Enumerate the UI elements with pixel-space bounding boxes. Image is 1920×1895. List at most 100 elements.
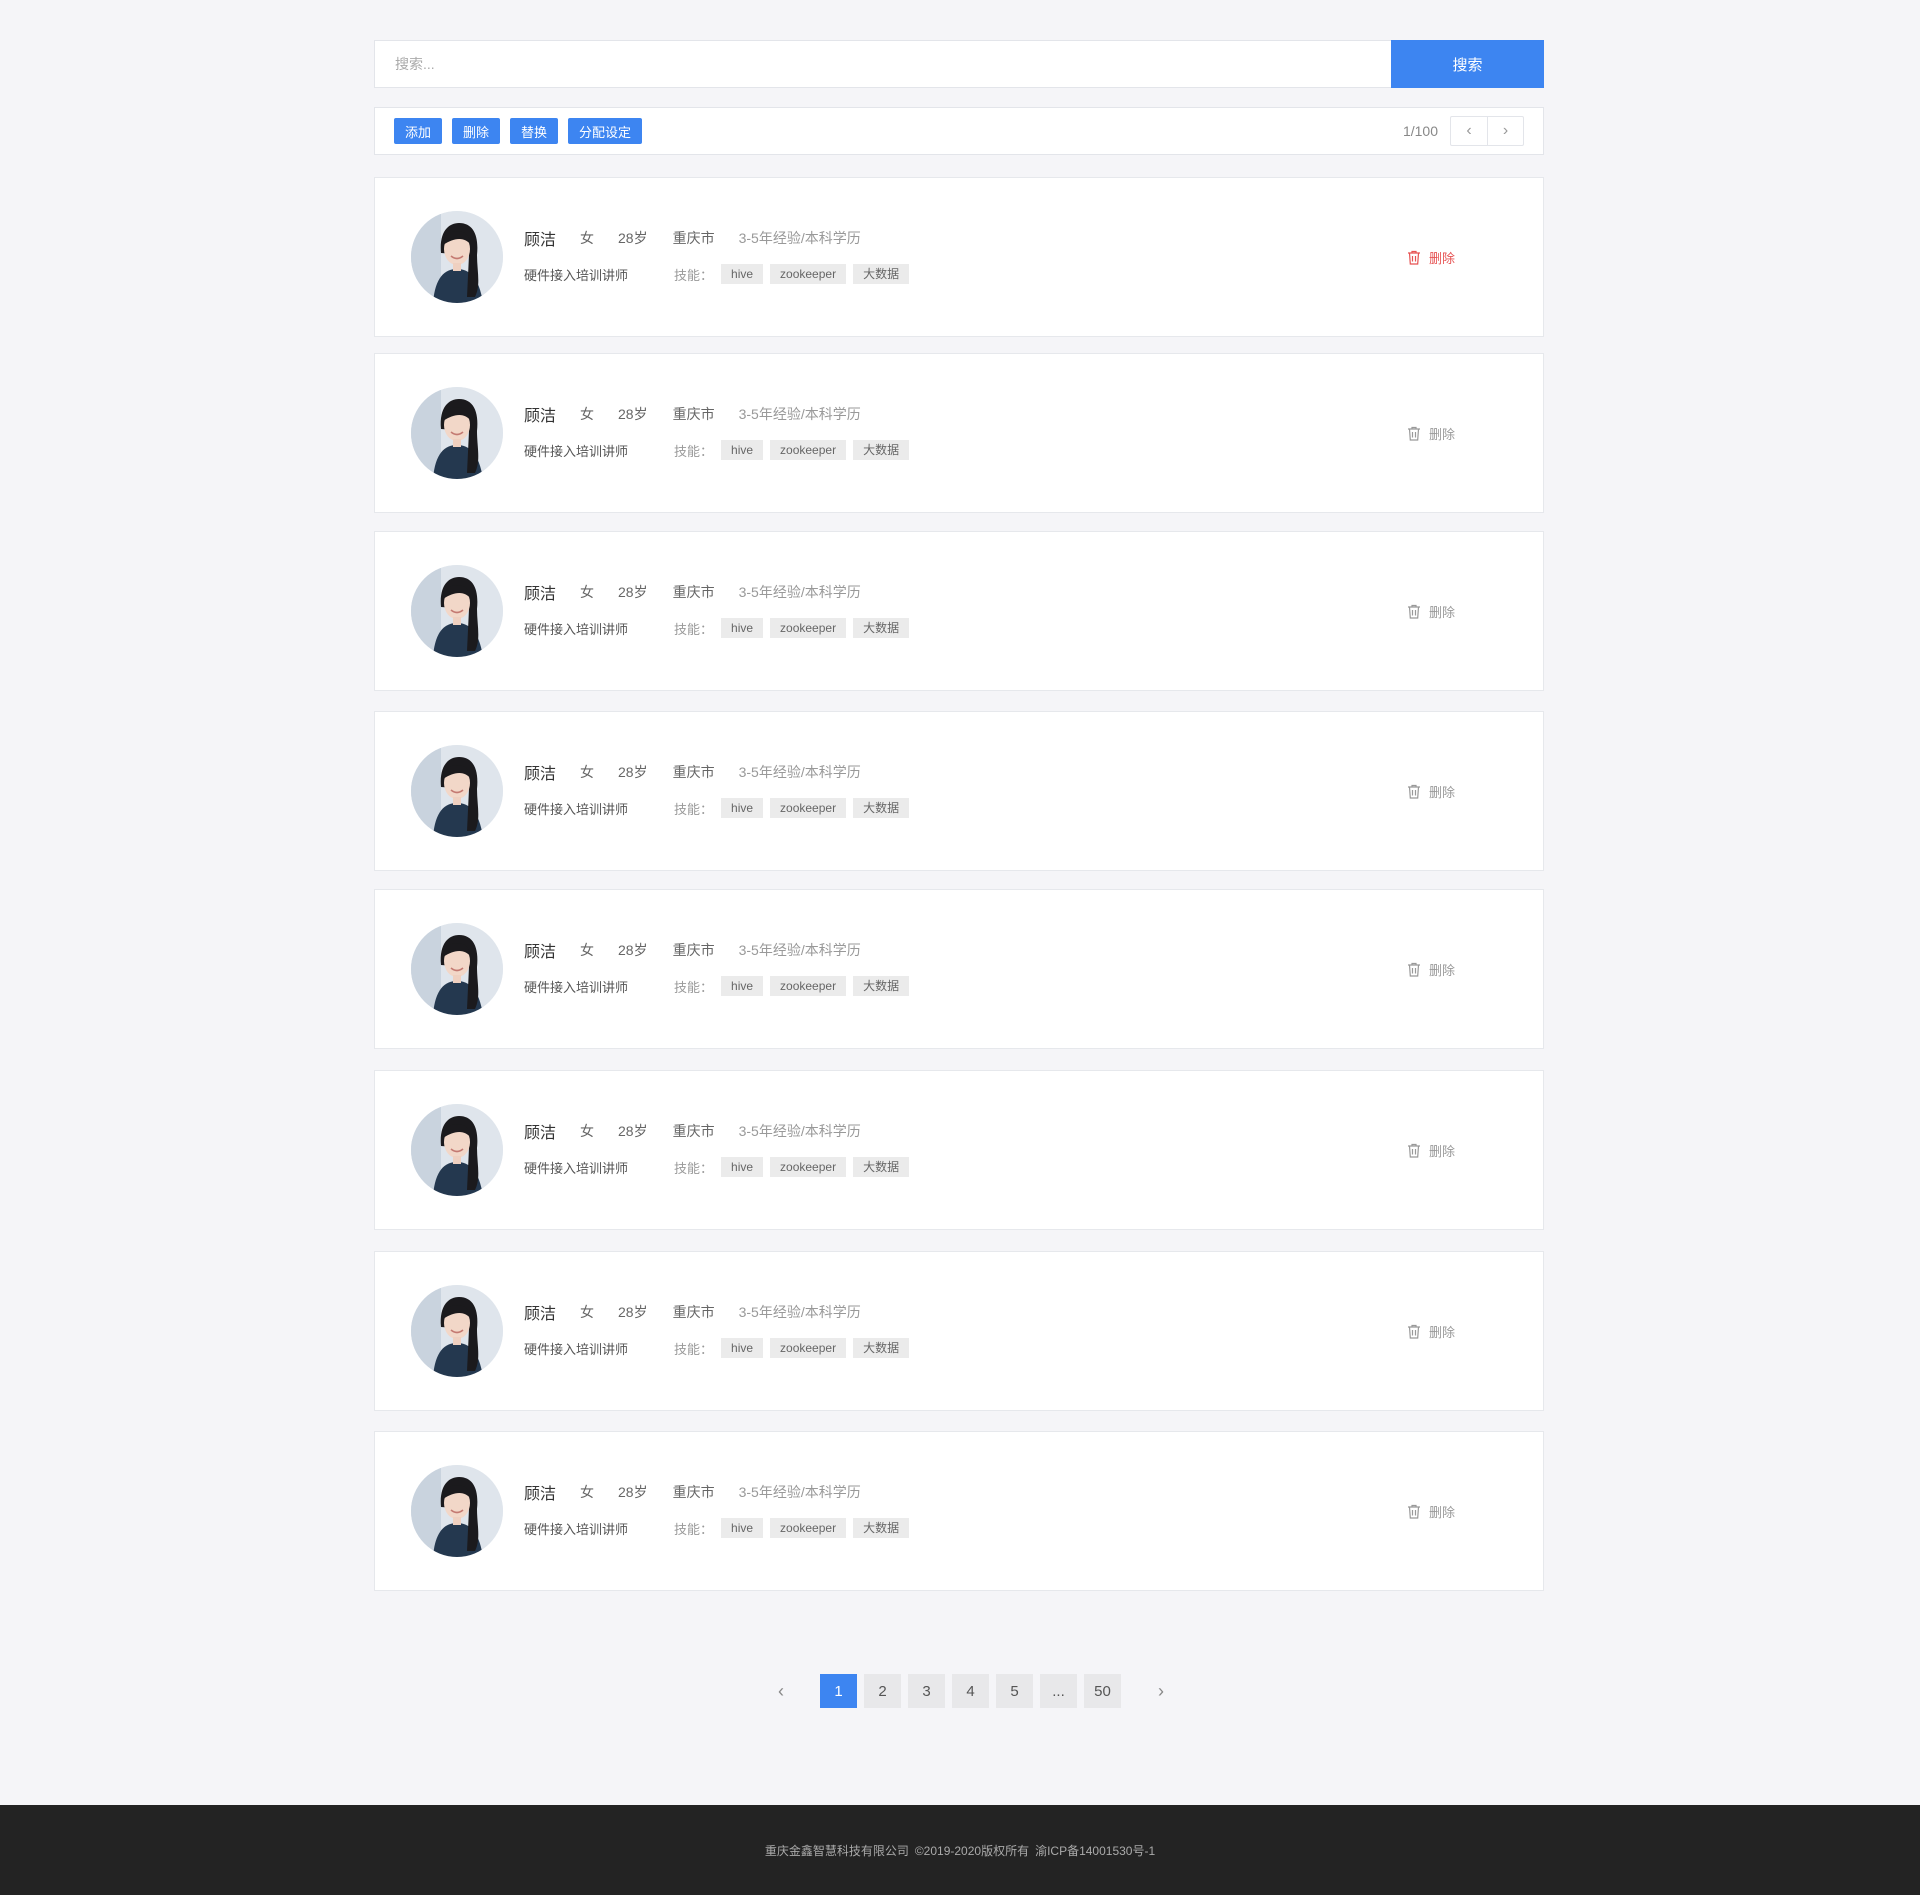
page-button-5[interactable]: 5	[996, 1674, 1033, 1708]
skills-label: 技能：	[674, 1341, 714, 1357]
page-button-1[interactable]: 1	[820, 1674, 857, 1708]
skill-tag: hive	[721, 618, 764, 638]
candidate-experience: 3-5年经验/本科学历	[738, 230, 861, 246]
candidate-name[interactable]: 顾洁	[524, 760, 556, 784]
candidate-card[interactable]: 顾洁 女 28岁 重庆市 3-5年经验/本科学历硬件接入培训讲师 技能： hive zooke…	[374, 1070, 1544, 1230]
candidate-city: 重庆市	[672, 1484, 715, 1500]
candidate-summary: 顾洁 女 28岁 重庆市 3-5年经验/本科学历	[524, 760, 916, 784]
candidate-card[interactable]: 顾洁 女 28岁 重庆市 3-5年经验/本科学历 硬件接入培训讲师 技能： hive zooke…	[374, 889, 1544, 1049]
chevron-right-icon[interactable]: ›	[1487, 117, 1523, 145]
page-button-2[interactable]: 2	[864, 1674, 901, 1708]
candidate-city: 重庆市	[672, 942, 715, 958]
candidate-summary: 顾洁 女 28岁 重庆市 3-5年经验/本科学历	[524, 1300, 916, 1324]
page-button-4[interactable]: 4	[952, 1674, 989, 1708]
candidate-experience: 3-5年经验/本科学历	[738, 406, 861, 422]
delete-button[interactable]: 删除	[452, 118, 501, 144]
delete-label: 删除	[1429, 1505, 1456, 1520]
skills-label: 技能：	[674, 443, 714, 459]
skill-tag: 大数据	[853, 1518, 910, 1538]
delete-candidate-button[interactable]: 删除	[1407, 602, 1455, 621]
delete-candidate-button[interactable]: 删除	[1407, 1502, 1455, 1521]
page-count: 1/100	[1402, 123, 1438, 139]
candidate-experience: 3-5年经验/本科学历	[738, 1484, 861, 1500]
candidate-age: 28岁	[618, 764, 648, 780]
trash-icon	[1408, 784, 1420, 799]
page-button-3[interactable]: 3	[908, 1674, 945, 1708]
candidate-gender: 女	[580, 406, 595, 422]
candidate-summary: 顾洁 女 28岁 重庆市 3-5年经验/本科学历	[524, 226, 916, 250]
delete-candidate-button[interactable]: 删除	[1407, 248, 1455, 267]
candidate-card[interactable]: 顾洁 女 28岁 重庆市 3-5年经验/本科学历 硬件接入培训讲师 技能： hive zooke…	[374, 1251, 1544, 1411]
candidate-info: 顾洁 女 28岁 重庆市 3-5年经验/本科学历 硬件接入培训讲师 技能： hive zooke…	[524, 1482, 916, 1538]
delete-candidate-button[interactable]: 删除	[1407, 1322, 1455, 1341]
skills-label: 技能：	[674, 1521, 714, 1537]
candidate-gender: 女	[580, 1304, 595, 1320]
candidate-title: 硬件接入培训讲师	[524, 1160, 629, 1176]
footer: 重庆金鑫智慧科技有限公司 ©2019-2020版权所有 渝ICP备1400153…	[0, 1805, 1920, 1895]
trash-icon	[1408, 426, 1420, 441]
candidate-summary: 顾洁 女 28岁 重庆市 3-5年经验/本科学历	[524, 938, 916, 962]
candidate-name[interactable]: 顾洁	[524, 1119, 556, 1143]
skill-tag: zookeeper	[770, 264, 847, 284]
skills-label: 技能：	[674, 1160, 714, 1176]
skill-tag: zookeeper	[770, 1518, 847, 1538]
skill-tag: zookeeper	[770, 1338, 847, 1358]
candidate-gender: 女	[580, 230, 595, 246]
assign-settings-button[interactable]: 分配设定	[568, 118, 643, 144]
candidate-card[interactable]: 顾洁 女 28岁 重庆市 3-5年经验/本科学历 硬件接入培训讲师 技能： hive zooke…	[374, 177, 1544, 337]
footer-company: 重庆金鑫智慧科技有限公司	[764, 1843, 909, 1858]
replace-button[interactable]: 替换	[510, 118, 559, 144]
add-button[interactable]: 添加	[394, 118, 443, 144]
candidate-info: 顾洁 女 28岁 重庆市 3-5年经验/本科学历 硬件接入培训讲师 技能： hive zooke…	[524, 1302, 916, 1358]
candidate-city: 重庆市	[672, 1123, 715, 1139]
skill-tag: zookeeper	[770, 1157, 847, 1177]
trash-icon	[1408, 1504, 1420, 1519]
candidate-details: 硬件接入培训讲师 技能： hive zookeeper 大数据	[524, 1518, 916, 1538]
delete-candidate-button[interactable]: 删除	[1407, 782, 1455, 801]
candidate-card[interactable]: 顾洁 女 28岁 重庆市 3-5年经验/本科学历 硬件接入培训讲师 技能： hive zooke…	[374, 353, 1544, 513]
delete-label: 删除	[1429, 785, 1456, 800]
candidate-city: 重庆市	[672, 1304, 715, 1320]
candidate-name[interactable]: 顾洁	[524, 938, 556, 962]
candidate-name[interactable]: 顾洁	[524, 226, 556, 250]
skill-tag: 大数据	[853, 440, 910, 460]
candidate-name[interactable]: 顾洁	[524, 1480, 556, 1504]
search-button[interactable]: 搜索	[1391, 40, 1544, 88]
candidate-name[interactable]: 顾洁	[524, 580, 556, 604]
page-ellipsis[interactable]: ...	[1040, 1674, 1077, 1708]
trash-icon	[1408, 1143, 1420, 1158]
delete-candidate-button[interactable]: 删除	[1407, 1141, 1455, 1160]
candidate-card[interactable]: 顾洁 女 28岁 重庆市 3-5年经验/本科学历 硬件接入培训讲师 技能： hive zooke…	[374, 1431, 1544, 1591]
skill-tag: 大数据	[853, 1157, 910, 1177]
candidate-card[interactable]: 顾洁 女 28岁 重庆市 3-5年经验/本科学历 硬件接入培训讲师 技能： hive zooke…	[374, 711, 1544, 871]
trash-icon	[1408, 1324, 1420, 1339]
chevron-right-icon[interactable]: ›	[1144, 1674, 1178, 1708]
chevron-left-icon[interactable]: ‹	[1451, 117, 1487, 145]
avatar	[411, 565, 503, 657]
chevron-left-icon[interactable]: ‹	[764, 1674, 798, 1708]
skill-tag: hive	[721, 1157, 764, 1177]
candidate-info: 顾洁 女 28岁 重庆市 3-5年经验/本科学历 硬件接入培训讲师 技能： hive zooke…	[524, 762, 916, 818]
delete-label: 删除	[1429, 427, 1456, 442]
page-button-50[interactable]: 50	[1084, 1674, 1121, 1708]
candidate-name[interactable]: 顾洁	[524, 1300, 556, 1324]
candidate-details: 硬件接入培训讲师 技能： hive zookeeper 大数据	[524, 618, 916, 638]
person-photo	[411, 1465, 503, 1557]
candidate-age: 28岁	[618, 942, 648, 958]
candidate-details: 硬件接入培训讲师 技能： hive zookeeper 大数据	[524, 976, 916, 996]
candidate-title: 硬件接入培训讲师	[524, 979, 629, 995]
delete-candidate-button[interactable]: 删除	[1407, 960, 1455, 979]
person-photo	[411, 387, 503, 479]
candidate-summary: 顾洁 女 28岁 重庆市 3-5年经验/本科学历	[524, 1119, 916, 1143]
search-input[interactable]	[374, 40, 1391, 88]
candidate-title: 硬件接入培训讲师	[524, 443, 629, 459]
page: 搜索 添加 删除 替换 分配设定 1/100 ‹ › 顾洁女28岁重庆市3-5年…	[0, 0, 1920, 1895]
delete-label: 删除	[1429, 1325, 1456, 1340]
toolbar: 添加 删除 替换 分配设定 1/100 ‹ ›	[374, 107, 1544, 155]
candidate-card[interactable]: 顾洁 女 28岁 重庆市 3-5年经验/本科学历 硬件接入培训讲师 技能： hive zooke…	[374, 531, 1544, 691]
candidate-details: 硬件接入培训讲师 技能： hive zookeeper 大数据	[524, 1338, 916, 1358]
skill-tag: 大数据	[853, 1338, 910, 1358]
candidate-name[interactable]: 顾洁	[524, 402, 556, 426]
delete-candidate-button[interactable]: 删除	[1407, 424, 1455, 443]
pagination: ‹ 1 2 3 4 5 ... 50 ›	[764, 1674, 1178, 1708]
